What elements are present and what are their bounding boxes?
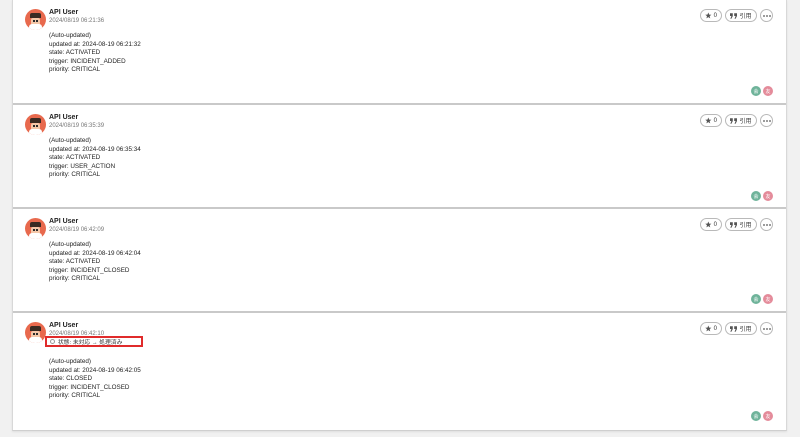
reaction-avatar[interactable]: 会 <box>751 191 761 201</box>
quote-icon <box>730 221 738 228</box>
comment-item: API User 2024/08/19 06:42:09 (Auto-updat… <box>13 209 786 311</box>
star-icon <box>705 221 712 228</box>
comment-item: API User 2024/08/19 06:42:10 状態: 未対応 → 処… <box>13 313 786 430</box>
more-button[interactable] <box>760 114 773 127</box>
comment-actions: 0 引用 <box>700 322 773 335</box>
comment-date: 2024/08/19 06:42:09 <box>49 227 105 233</box>
reaction-avatar[interactable]: 会 <box>751 294 761 304</box>
comment-line: trigger: USER_ACTION <box>49 162 116 170</box>
comment-body: (Auto-updated) updated at: 2024-08-19 06… <box>49 32 141 75</box>
star-count: 0 <box>713 221 717 228</box>
star-icon <box>705 12 712 19</box>
star-count: 0 <box>713 12 717 19</box>
reactions: 会 友 <box>751 86 773 96</box>
avatar[interactable] <box>25 218 46 239</box>
star-button[interactable]: 0 <box>700 114 722 127</box>
comment-author[interactable]: API User <box>49 9 78 16</box>
comment-item: API User 2024/08/19 06:21:36 (Auto-updat… <box>13 0 786 103</box>
more-dots-icon <box>762 327 771 330</box>
quote-label: 引用 <box>739 119 752 125</box>
comment-date: 2024/08/19 06:35:39 <box>49 123 105 129</box>
comment-line: trigger: INCIDENT_CLOSED <box>49 266 130 274</box>
quote-icon <box>730 12 738 19</box>
star-count: 0 <box>713 325 717 332</box>
star-button[interactable]: 0 <box>700 218 722 231</box>
quote-button[interactable]: 引用 <box>725 218 757 231</box>
more-button[interactable] <box>760 9 773 22</box>
reaction-avatar[interactable]: 友 <box>763 191 773 201</box>
reaction-avatar[interactable]: 会 <box>751 411 761 421</box>
star-icon <box>705 117 712 124</box>
more-button[interactable] <box>760 322 773 335</box>
star-button[interactable]: 0 <box>700 9 722 22</box>
comment-actions: 0 引用 <box>700 114 773 127</box>
status-icon <box>50 339 55 344</box>
comment-line: trigger: INCIDENT_ADDED <box>49 57 126 65</box>
reaction-avatar[interactable]: 友 <box>763 411 773 421</box>
status-change-text: 状態: 未対応 → 処理済み <box>58 340 123 346</box>
comment-author[interactable]: API User <box>49 322 78 329</box>
comment-body: (Auto-updated) updated at: 2024-08-19 06… <box>49 137 141 180</box>
comment-line: priority: CRITICAL <box>49 275 101 283</box>
avatar[interactable] <box>25 9 46 30</box>
reaction-avatar[interactable]: 会 <box>751 86 761 96</box>
reactions: 会 友 <box>751 191 773 201</box>
comment-line: priority: CRITICAL <box>49 392 101 400</box>
comment-line: state: ACTIVATED <box>49 258 101 266</box>
quote-icon <box>730 325 738 332</box>
reactions: 会 友 <box>751 294 773 304</box>
comment-line: updated at: 2024-08-19 06:42:04 <box>49 249 141 257</box>
comment-line: priority: CRITICAL <box>49 66 101 74</box>
star-count: 0 <box>713 117 717 124</box>
comment-line: state: ACTIVATED <box>49 49 101 57</box>
comment-line: priority: CRITICAL <box>49 171 101 179</box>
comment-body: (Auto-updated) updated at: 2024-08-19 06… <box>49 358 141 401</box>
quote-label: 引用 <box>739 327 752 333</box>
more-dots-icon <box>762 223 771 226</box>
star-button[interactable]: 0 <box>700 322 722 335</box>
comment-line: updated at: 2024-08-19 06:35:34 <box>49 145 141 153</box>
comment-actions: 0 引用 <box>700 9 773 22</box>
quote-button[interactable]: 引用 <box>725 9 757 22</box>
comment-line: updated at: 2024-08-19 06:21:32 <box>49 40 141 48</box>
comment-line: state: ACTIVATED <box>49 154 101 162</box>
more-button[interactable] <box>760 218 773 231</box>
reaction-avatar[interactable]: 友 <box>763 294 773 304</box>
status-change-badge: 状態: 未対応 → 処理済み <box>45 336 143 347</box>
star-icon <box>705 325 712 332</box>
comment-line: (Auto-updated) <box>49 32 92 39</box>
comment-line: (Auto-updated) <box>49 241 92 248</box>
reaction-avatar[interactable]: 友 <box>763 86 773 96</box>
comment-date: 2024/08/19 06:21:36 <box>49 18 105 24</box>
comment-line: state: CLOSED <box>49 375 93 383</box>
quote-icon <box>730 117 738 124</box>
avatar[interactable] <box>25 114 46 135</box>
comment-author[interactable]: API User <box>49 218 78 225</box>
avatar[interactable] <box>25 322 46 343</box>
comment-line: updated at: 2024-08-19 06:42:05 <box>49 366 141 374</box>
comment-line: trigger: INCIDENT_CLOSED <box>49 383 130 391</box>
comment-body: (Auto-updated) updated at: 2024-08-19 06… <box>49 241 141 284</box>
comment-line: (Auto-updated) <box>49 358 92 365</box>
more-dots-icon <box>762 119 771 122</box>
comment-item: API User 2024/08/19 06:35:39 (Auto-updat… <box>13 105 786 207</box>
reactions: 会 友 <box>751 411 773 421</box>
quote-label: 引用 <box>739 223 752 229</box>
comment-line: (Auto-updated) <box>49 137 92 144</box>
comment-list: API User 2024/08/19 06:21:36 (Auto-updat… <box>12 0 787 431</box>
quote-button[interactable]: 引用 <box>725 114 757 127</box>
comment-author[interactable]: API User <box>49 114 78 121</box>
comment-actions: 0 引用 <box>700 218 773 231</box>
quote-label: 引用 <box>739 14 752 20</box>
more-dots-icon <box>762 14 771 17</box>
quote-button[interactable]: 引用 <box>725 322 757 335</box>
